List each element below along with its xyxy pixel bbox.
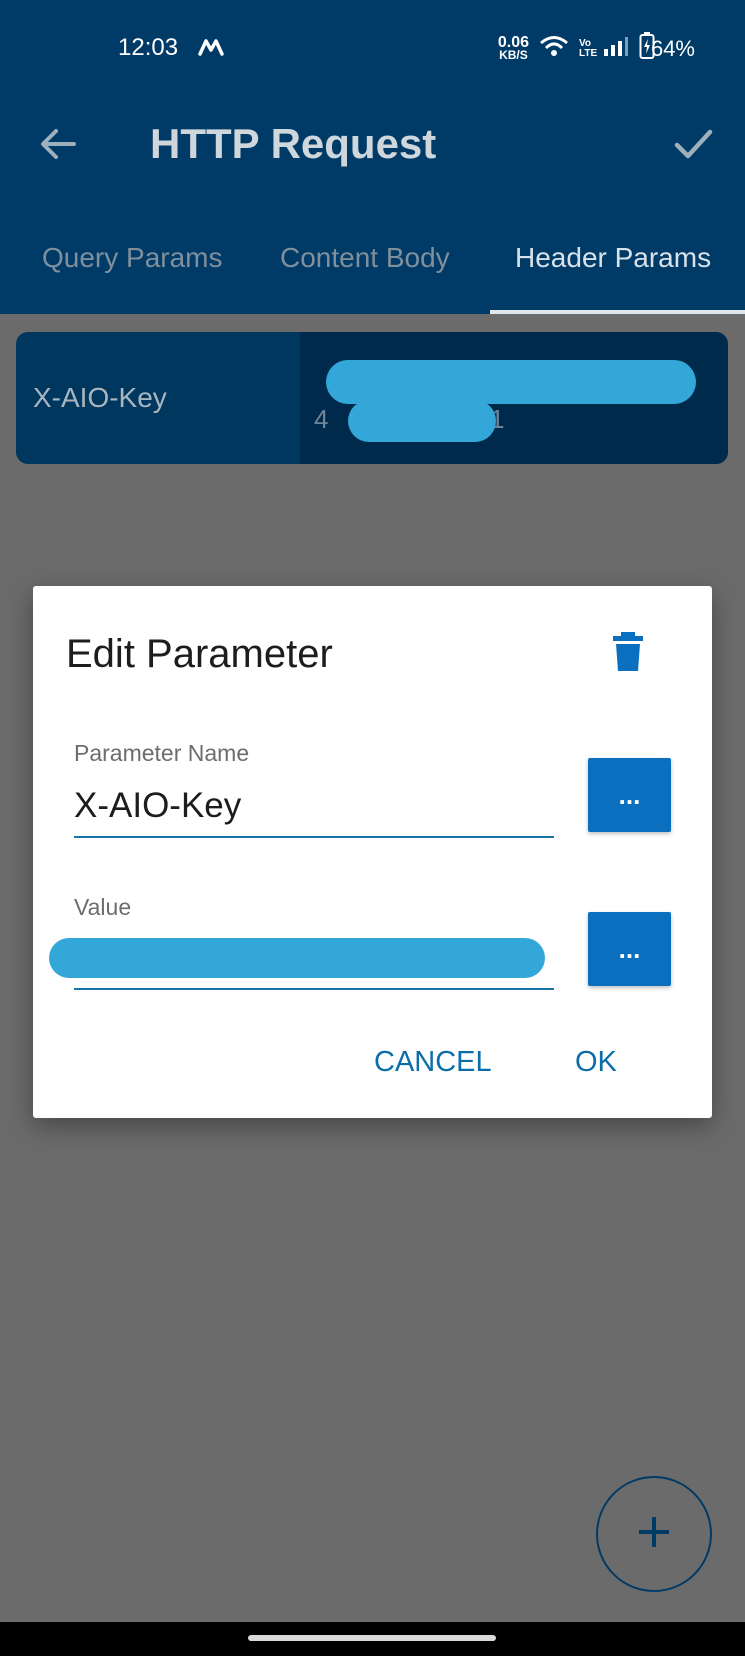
param-name: X-AIO-Key <box>33 382 167 413</box>
param-row[interactable]: X-AIO-Key c 4 1 <box>16 332 728 464</box>
network-speed: 0.06 KB/S <box>497 33 529 62</box>
param-value-start: 4 <box>314 404 329 434</box>
param-value-box: c 4 1 <box>300 332 728 464</box>
home-handle[interactable] <box>248 1635 496 1641</box>
status-bar: 12:03 0.06 KB/S Vo LTE 64% <box>0 0 745 100</box>
redaction-mark <box>326 360 696 404</box>
ok-button[interactable]: OK <box>575 1046 617 1079</box>
value-underline <box>74 988 554 990</box>
redaction-mark <box>49 938 545 978</box>
tab-bar: Query Params Content Body Header Params <box>0 212 745 314</box>
page-title: HTTP Request <box>150 120 437 167</box>
add-param-button[interactable] <box>596 1476 712 1592</box>
wifi-icon <box>539 34 569 63</box>
cancel-button[interactable]: CANCEL <box>374 1046 492 1079</box>
signal-icon <box>603 35 629 62</box>
check-icon[interactable] <box>671 122 715 166</box>
plus-icon <box>636 1514 672 1555</box>
back-arrow-icon[interactable] <box>38 124 78 164</box>
tab-query-params[interactable]: Query Params <box>42 242 223 274</box>
parameter-name-underline <box>74 836 554 838</box>
dialog-title: Edit Parameter <box>66 632 333 676</box>
status-time: 12:03 <box>118 34 179 61</box>
app-bar: HTTP Request <box>0 100 745 212</box>
value-label: Value <box>74 894 132 920</box>
system-nav-bar <box>0 1622 745 1656</box>
tab-content-body[interactable]: Content Body <box>280 242 450 274</box>
trash-icon[interactable] <box>611 632 645 672</box>
notification-m-icon <box>198 38 224 61</box>
redaction-mark <box>348 400 496 442</box>
volte-icon: Vo LTE <box>579 37 598 59</box>
parameter-name-more-button[interactable]: ... <box>588 758 671 832</box>
value-more-button[interactable]: ... <box>588 912 671 986</box>
edit-parameter-dialog: Edit Parameter Parameter Name X-AIO-Key … <box>33 586 712 1118</box>
tab-header-params[interactable]: Header Params <box>515 242 711 274</box>
parameter-name-label: Parameter Name <box>74 740 250 766</box>
parameter-name-input[interactable]: X-AIO-Key <box>74 786 554 826</box>
status-icons: 0.06 KB/S Vo LTE <box>498 32 655 65</box>
battery-percent: 64% <box>650 36 695 61</box>
